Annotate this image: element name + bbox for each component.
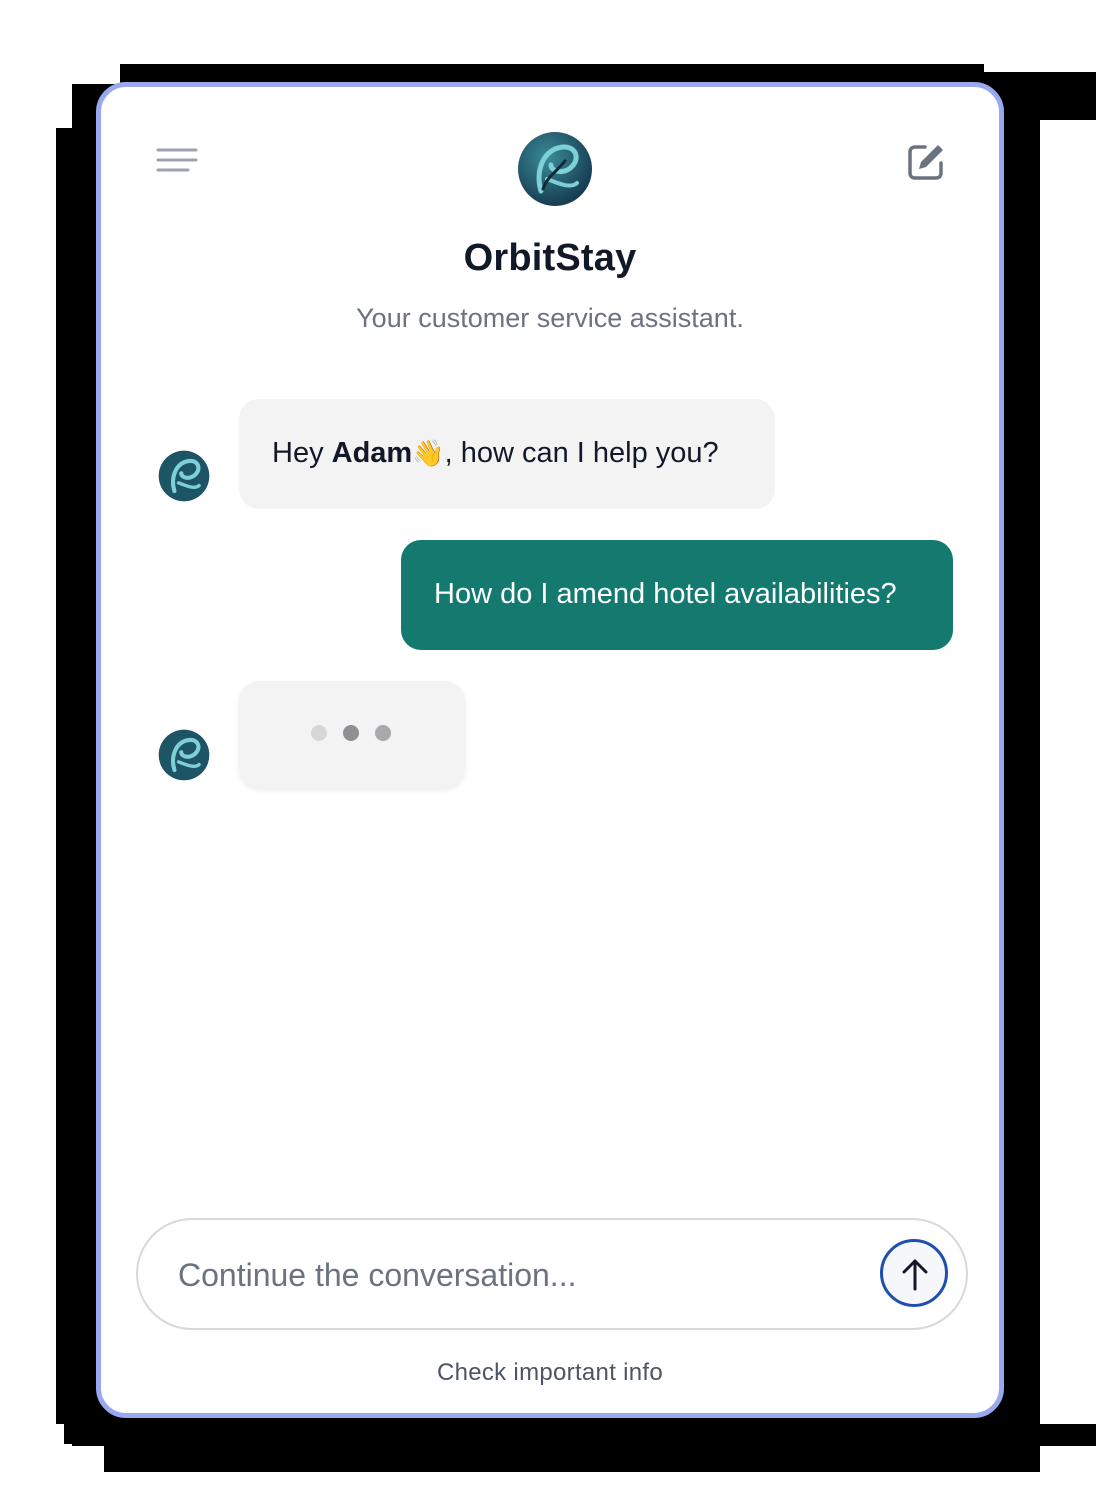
backdrop-shadow [104,1440,1040,1472]
arrow-up-icon [902,1259,928,1291]
typing-dot [343,725,359,741]
backdrop-shadow [1004,120,1040,1424]
message-composer [136,1218,968,1330]
assistant-avatar [158,729,210,781]
greeting-suffix: , how can I help you? [444,437,719,469]
greeting-prefix: Hey [272,437,332,469]
user-message: How do I amend hotel availabilities? [401,540,953,650]
waving-hand-emoji: 👋 [412,438,445,468]
assistant-subtitle: Your customer service assistant. [356,303,744,333]
typing-indicator [239,681,465,787]
backdrop-notch [1040,120,1100,1424]
message-input[interactable] [176,1248,860,1302]
typing-dot [375,725,391,741]
chat-window: OrbitStay Your customer service assistan… [96,82,1004,1418]
orbitstay-logo [517,131,593,207]
user-message-text: How do I amend hotel availabilities? [434,578,897,610]
app-stage: OrbitStay Your customer service assistan… [0,0,1100,1500]
assistant-message: Hey Adam👋, how can I help you? [239,399,775,509]
user-name: Adam [331,437,413,469]
hamburger-menu-icon[interactable] [156,145,200,181]
assistant-title: OrbitStay [463,237,637,279]
typing-dot [311,725,327,741]
assistant-avatar [158,450,210,502]
footer-note: Check important info [436,1359,664,1386]
send-button[interactable] [880,1239,948,1307]
new-chat-edit-icon[interactable] [905,141,947,183]
